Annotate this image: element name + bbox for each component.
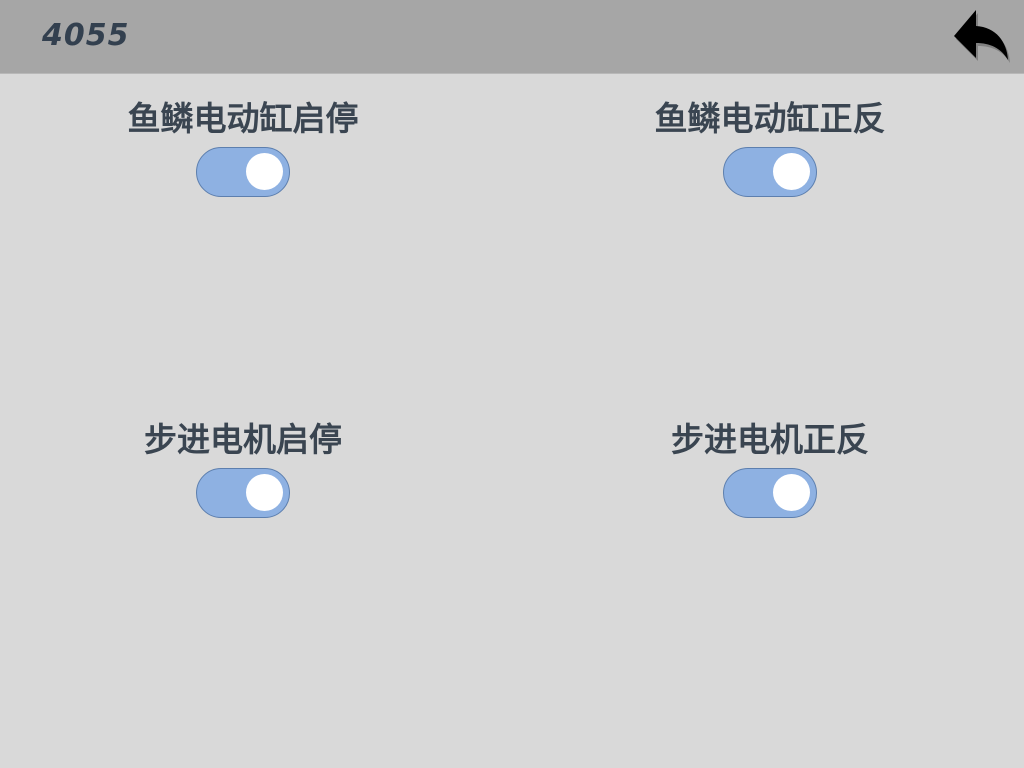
control-fish-scale-cylinder-start-stop: 鱼鳞电动缸启停 (83, 99, 403, 197)
toggle-knob (246, 153, 283, 190)
header-bar: 4055 (0, 0, 1024, 74)
control-label: 鱼鳞电动缸正反 (654, 99, 886, 138)
stepper-motor-start-stop-toggle[interactable] (196, 468, 290, 518)
back-button[interactable] (948, 4, 1014, 68)
toggle-knob (773, 474, 810, 511)
control-stepper-motor-direction: 步进电机正反 (610, 420, 930, 518)
toggle-knob (773, 153, 810, 190)
stepper-motor-direction-toggle[interactable] (723, 468, 817, 518)
control-stepper-motor-start-stop: 步进电机启停 (83, 420, 403, 518)
control-fish-scale-cylinder-direction: 鱼鳞电动缸正反 (610, 99, 930, 197)
fish-scale-cylinder-direction-toggle[interactable] (723, 147, 817, 197)
device-title: 4055 (42, 18, 130, 53)
control-label: 步进电机启停 (144, 420, 342, 459)
toggle-knob (246, 474, 283, 511)
control-label: 步进电机正反 (671, 420, 869, 459)
control-label: 鱼鳞电动缸启停 (127, 99, 359, 138)
back-arrow-icon (954, 10, 1010, 63)
fish-scale-cylinder-start-stop-toggle[interactable] (196, 147, 290, 197)
